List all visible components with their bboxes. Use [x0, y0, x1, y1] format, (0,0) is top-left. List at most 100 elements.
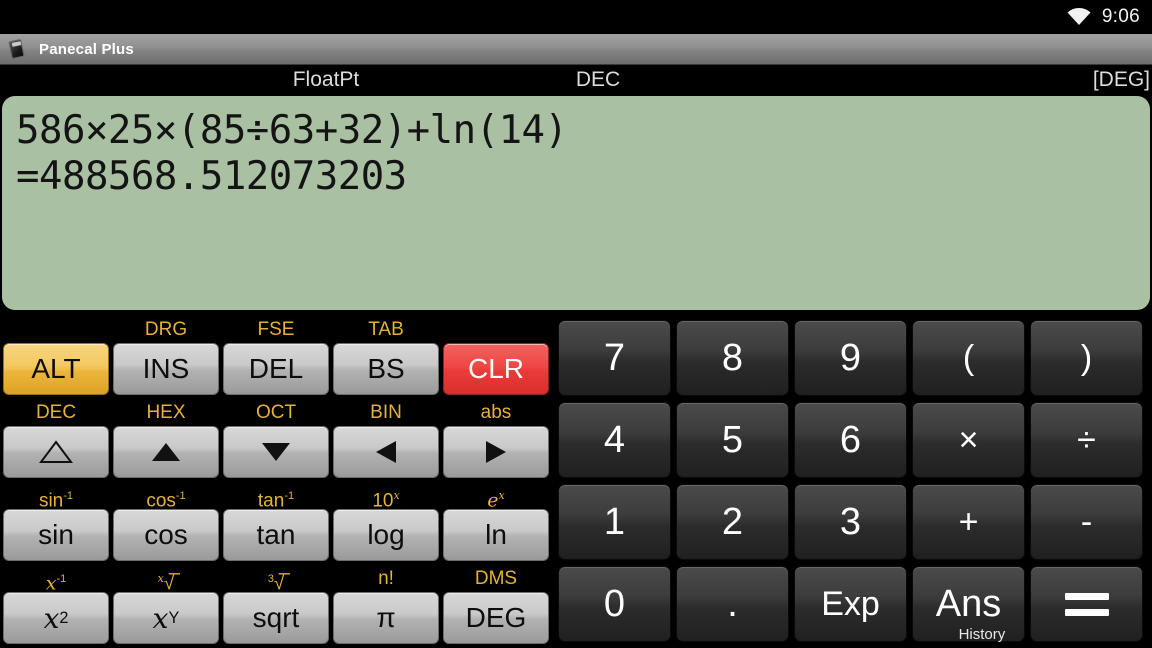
function-key-row: ALT DRG INS FSE DEL TAB BS CLR: [0, 316, 556, 399]
function-key-cell: BIN: [333, 399, 439, 482]
shift-label-cos-1: cos-1: [146, 490, 186, 512]
function-keypad: ALT DRG INS FSE DEL TAB BS CLR DEC HEX OCT BIN abs si…: [0, 316, 556, 648]
numpad-key-×[interactable]: ×: [912, 402, 1025, 478]
key-triangle-left[interactable]: [333, 426, 439, 478]
key-log[interactable]: log: [333, 509, 439, 561]
mode-indicator-row: FloatPt DEC [DEG]: [0, 66, 1152, 96]
numpad-key-Exp[interactable]: Exp: [794, 566, 907, 642]
shift-label-cube-root: 3√̅̅: [267, 573, 285, 595]
key-DEG[interactable]: DEG: [443, 592, 549, 644]
numpad-key-([interactable]: (: [912, 320, 1025, 396]
shift-label-OCT: OCT: [255, 402, 297, 423]
shift-label-FSE: FSE: [257, 319, 295, 340]
shift-label-DRG: DRG: [144, 319, 188, 340]
numeric-keypad: 7 8 9() 4 5 6 × ÷ 1 2 3 + -0. Exp Ans History: [556, 318, 1152, 648]
numpad-key-Ans[interactable]: Ans History: [912, 566, 1025, 643]
numpad-key-9[interactable]: 9: [794, 320, 907, 396]
key-π[interactable]: π: [333, 592, 439, 644]
calculator-app: 9:06 Panecal Plus FloatPt DEC [DEG] 586×…: [0, 0, 1152, 648]
shift-label-DEC: DEC: [35, 402, 77, 423]
app-title: Panecal Plus: [39, 40, 134, 58]
function-key-cell: x-1 x 2: [3, 565, 109, 648]
display-expression: 586×25×(85÷63+32)+ln(14): [16, 108, 568, 153]
key-BS[interactable]: BS: [333, 343, 439, 395]
calculator-display[interactable]: 586×25×(85÷63+32)+ln(14) =488568.5120732…: [2, 96, 1150, 310]
key-x2[interactable]: x2: [3, 592, 109, 644]
key-sqrt[interactable]: sqrt: [223, 592, 329, 644]
shift-label-TAB: TAB: [368, 319, 404, 340]
function-key-row: x-1 x 2 x√̅̅ x Y 3√̅̅ sqrt n! π DMS DEG: [0, 565, 556, 648]
function-key-cell: sin-1 sin: [3, 482, 109, 565]
key-sin[interactable]: sin: [3, 509, 109, 561]
numpad-key-=[interactable]: [1030, 566, 1143, 642]
function-key-row: sin-1 sin cos-1 cos tan-1 tan 10x log ex ln: [0, 482, 556, 565]
function-key-row: DEC HEX OCT BIN abs: [0, 399, 556, 482]
calculator-app-icon: [6, 38, 28, 60]
numpad-key-÷[interactable]: ÷: [1030, 402, 1143, 478]
function-key-cell: DMS DEG: [443, 565, 549, 648]
key-ALT[interactable]: ALT: [3, 343, 109, 395]
numpad-key-0[interactable]: 0: [558, 566, 671, 642]
base-mode-label[interactable]: DEC: [0, 68, 1152, 92]
numpad-key-2[interactable]: 2: [676, 484, 789, 560]
function-key-cell: FSE DEL: [223, 316, 329, 399]
key-tan[interactable]: tan: [223, 509, 329, 561]
angle-mode-label[interactable]: [DEG]: [1093, 68, 1150, 92]
shift-label-n!: n!: [378, 568, 394, 589]
function-key-cell: cos-1 cos: [113, 482, 219, 565]
function-key-cell: n! π: [333, 565, 439, 648]
shift-label-DMS: DMS: [474, 568, 518, 589]
shift-label-10x: 10x: [372, 489, 400, 512]
status-bar: 9:06: [0, 0, 1152, 34]
function-key-cell: TAB BS: [333, 316, 439, 399]
key-triangle-up[interactable]: [113, 426, 219, 478]
display-result: =488568.512073203: [16, 154, 407, 199]
shift-label-sin-1: sin-1: [38, 490, 74, 512]
ans-history-sublabel: History: [958, 625, 1006, 643]
function-key-cell: x√̅̅ x Y: [113, 565, 219, 648]
function-key-cell: 10x log: [333, 482, 439, 565]
shift-label-none: [443, 316, 549, 344]
numpad-key-7[interactable]: 7: [558, 320, 671, 396]
numpad-key-)[interactable]: ): [1030, 320, 1143, 396]
numpad-key-+[interactable]: +: [912, 484, 1025, 560]
status-clock: 9:06: [1101, 6, 1140, 27]
function-key-cell: tan-1 tan: [223, 482, 329, 565]
key-triangle-right[interactable]: [443, 426, 549, 478]
key-INS[interactable]: INS: [113, 343, 219, 395]
shift-label-BIN: BIN: [370, 402, 402, 423]
numpad-key--[interactable]: -: [1030, 484, 1143, 560]
key-triangle-up-outline[interactable]: [3, 426, 109, 478]
function-key-cell: abs: [443, 399, 549, 482]
numpad-key-6[interactable]: 6: [794, 402, 907, 478]
function-key-cell: DEC: [3, 399, 109, 482]
key-CLR[interactable]: CLR: [443, 343, 549, 395]
numpad-key-5[interactable]: 5: [676, 402, 789, 478]
numpad-key-3[interactable]: 3: [794, 484, 907, 560]
numpad-key-1[interactable]: 1: [558, 484, 671, 560]
key-xY[interactable]: xY: [113, 592, 219, 644]
numpad-key-.[interactable]: .: [676, 566, 789, 642]
key-DEL[interactable]: DEL: [223, 343, 329, 395]
key-cos[interactable]: cos: [113, 509, 219, 561]
function-key-cell: DRG INS: [113, 316, 219, 399]
shift-label-HEX: HEX: [146, 402, 186, 423]
function-key-cell: ALT: [3, 316, 109, 399]
function-key-cell: OCT: [223, 399, 329, 482]
wifi-icon: [1066, 7, 1092, 27]
function-key-cell: CLR: [443, 316, 549, 399]
ans-label: Ans: [935, 582, 1002, 625]
key-triangle-down[interactable]: [223, 426, 329, 478]
shift-label-x-1: x-1: [45, 572, 67, 595]
function-key-cell: 3√̅̅ sqrt: [223, 565, 329, 648]
numpad-key-4[interactable]: 4: [558, 402, 671, 478]
function-key-cell: ex ln: [443, 482, 549, 565]
key-ln[interactable]: ln: [443, 509, 549, 561]
shift-label-tan-1: tan-1: [257, 490, 295, 512]
title-bar: Panecal Plus: [0, 34, 1152, 65]
shift-label-none: [3, 316, 109, 344]
shift-label-x-root: x√̅̅: [157, 572, 175, 595]
numpad-key-8[interactable]: 8: [676, 320, 789, 396]
shift-label-abs: abs: [480, 402, 512, 423]
function-key-cell: HEX: [113, 399, 219, 482]
